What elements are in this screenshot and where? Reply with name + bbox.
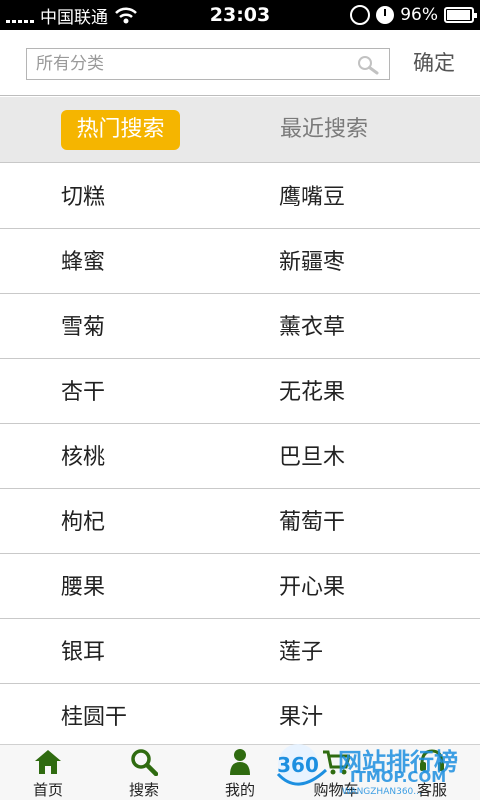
keyword-item[interactable]: 蜂蜜 — [61, 229, 105, 293]
keyword-item[interactable]: 莲子 — [279, 619, 323, 683]
keyword-item[interactable]: 巴旦木 — [279, 424, 345, 488]
keyword-item[interactable]: 雪菊 — [61, 294, 105, 358]
search-header: 确定 — [0, 30, 480, 96]
keyword-row: 雪菊 薰衣草 — [0, 294, 480, 359]
search-icon[interactable] — [357, 55, 379, 75]
battery-fill — [447, 10, 471, 20]
home-icon — [35, 750, 61, 774]
keyword-row: 切糕 鹰嘴豆 — [0, 164, 480, 229]
keyword-row: 核桃 巴旦木 — [0, 424, 480, 489]
cart-icon — [323, 750, 350, 775]
keyword-row: 桂圆干 果汁 — [0, 684, 480, 744]
keyword-item[interactable]: 杏干 — [61, 359, 105, 423]
keyword-row: 枸杞 葡萄干 — [0, 489, 480, 554]
battery-icon — [444, 7, 477, 23]
keyword-row: 银耳 莲子 — [0, 619, 480, 684]
nav-service-label: 客服 — [416, 781, 447, 799]
nav-home[interactable]: 首页 — [0, 745, 96, 800]
rotation-lock-icon — [350, 5, 371, 25]
keyword-item[interactable]: 果汁 — [279, 684, 323, 744]
tab-hot-search[interactable]: 热门搜索 — [61, 110, 180, 150]
search-box[interactable] — [26, 48, 390, 80]
keyword-item[interactable]: 鹰嘴豆 — [279, 164, 345, 228]
keyword-item[interactable]: 桂圆干 — [61, 684, 127, 744]
search-input[interactable] — [27, 49, 347, 79]
keyword-item[interactable]: 枸杞 — [61, 489, 105, 553]
keyword-item[interactable]: 新疆枣 — [279, 229, 345, 293]
tab-recent-search[interactable]: 最近搜索 — [264, 110, 384, 150]
keyword-item[interactable]: 葡萄干 — [279, 489, 345, 553]
keyword-item[interactable]: 腰果 — [61, 554, 105, 618]
nav-service[interactable]: 客服 — [384, 745, 480, 800]
keyword-list: 切糕 鹰嘴豆 蜂蜜 新疆枣 雪菊 薰衣草 杏干 无花果 核桃 巴旦木 枸杞 葡萄… — [0, 164, 480, 744]
confirm-button[interactable]: 确定 — [398, 46, 470, 80]
keyword-item[interactable]: 银耳 — [61, 619, 105, 683]
alarm-icon — [376, 6, 395, 24]
bottom-nav: 首页 搜索 我的 购物车 客服 — [0, 744, 480, 800]
battery-percent: 96% — [400, 5, 438, 25]
nav-search-label: 搜索 — [128, 781, 159, 799]
nav-cart[interactable]: 购物车 — [288, 745, 384, 800]
search-tabs: 热门搜索 最近搜索 — [0, 97, 480, 163]
nav-home-label: 首页 — [32, 781, 63, 799]
keyword-row: 杏干 无花果 — [0, 359, 480, 424]
nav-mine[interactable]: 我的 — [192, 745, 288, 800]
search-icon — [131, 749, 158, 776]
status-right: 96% — [350, 0, 477, 30]
status-bar: 中国联通 23:03 96% — [0, 0, 480, 30]
keyword-row: 蜂蜜 新疆枣 — [0, 229, 480, 294]
user-icon — [230, 749, 250, 775]
keyword-item[interactable]: 核桃 — [61, 424, 105, 488]
service-icon — [420, 749, 444, 771]
nav-mine-label: 我的 — [224, 781, 255, 799]
keyword-item[interactable]: 开心果 — [279, 554, 345, 618]
nav-cart-label: 购物车 — [313, 781, 359, 799]
keyword-item[interactable]: 无花果 — [279, 359, 345, 423]
keyword-item[interactable]: 薰衣草 — [279, 294, 345, 358]
keyword-row: 腰果 开心果 — [0, 554, 480, 619]
keyword-item[interactable]: 切糕 — [61, 164, 105, 228]
nav-search[interactable]: 搜索 — [96, 745, 192, 800]
